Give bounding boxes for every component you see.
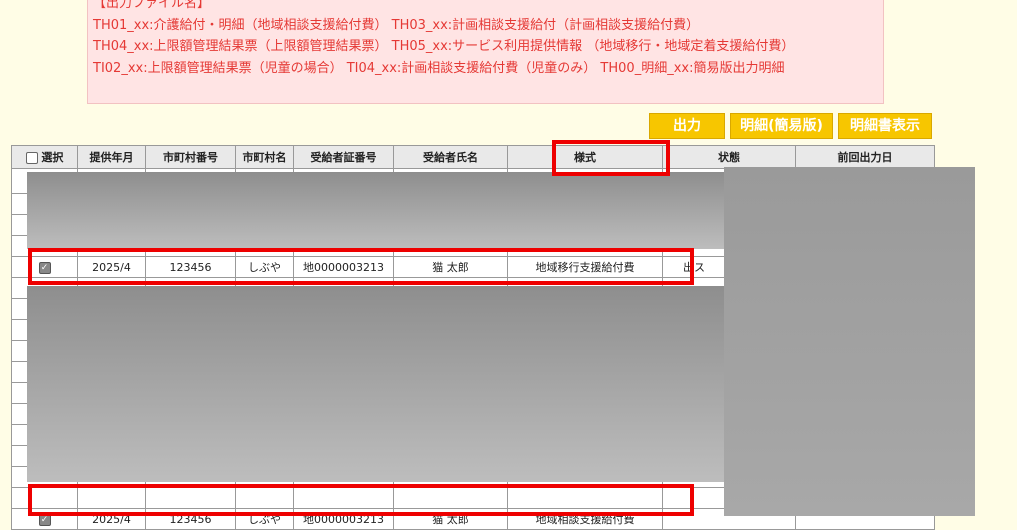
month-cell: 2025/4 [77,508,146,530]
table-header-row: 選択 提供年月 市町村番号 市町村名 受給者証番号 受給者氏名 様式 状態 前回… [11,145,935,169]
redaction-overlay [724,167,975,516]
info-line: TH04_xx:上限額管理結果票（上限額管理結果票） TH05_xx:サービス利… [93,39,795,54]
redaction-overlay [27,286,724,482]
select-all-header[interactable]: 選択 [11,145,78,169]
muni-name-header: 市町村名 [235,145,294,169]
cert-no-cell: 地0000003213 [293,508,394,530]
muni-no-cell: 123456 [145,256,236,278]
info-line: TH01_xx:介護給付・明細（地域相談支援給付費） TH03_xx:計画相談支… [93,17,700,33]
format-header: 様式 [507,145,663,169]
cert-no-header: 受給者証番号 [293,145,394,169]
format-cell: 地域相談支援給付費 [507,508,663,530]
format-cell: 地域移行支援給付費 [507,256,663,278]
muni-name-cell: しぶや [235,256,294,278]
row-checkbox[interactable]: ✓ [38,261,51,274]
select-header-label: 選択 [41,151,64,164]
row-select-cell[interactable]: ✓ [11,508,78,530]
row-checkbox[interactable]: ✓ [38,513,51,526]
output-filename-info: 【出力ファイル名】 TH01_xx:介護給付・明細（地域相談支援給付費） TH0… [87,0,884,104]
cert-no-cell: 地0000003213 [293,256,394,278]
status-header: 状態 [662,145,796,169]
select-all-checkbox[interactable] [25,152,38,164]
info-heading: 【出力ファイル名】 [93,0,211,11]
row-select-cell[interactable]: ✓ [11,256,78,278]
redaction-overlay [27,172,724,249]
detail-simple-button[interactable]: 明細(簡易版) [730,113,833,139]
name-header: 受給者氏名 [393,145,508,169]
info-line: TI02_xx:上限額管理結果票（児童の場合） TI04_xx:計画相談支援給付… [93,60,785,76]
detail-show-button[interactable]: 明細書表示 [838,113,932,139]
name-cell: 猫 太郎 [393,508,508,530]
name-cell: 猫 太郎 [393,256,508,278]
last-output-header: 前回出力日 [795,145,935,169]
muni-no-header: 市町村番号 [145,145,236,169]
month-cell: 2025/4 [77,256,146,278]
muni-no-cell: 123456 [145,508,236,530]
output-button[interactable]: 出力 [649,113,725,139]
muni-name-cell: しぶや [235,508,294,530]
month-header: 提供年月 [77,145,146,169]
